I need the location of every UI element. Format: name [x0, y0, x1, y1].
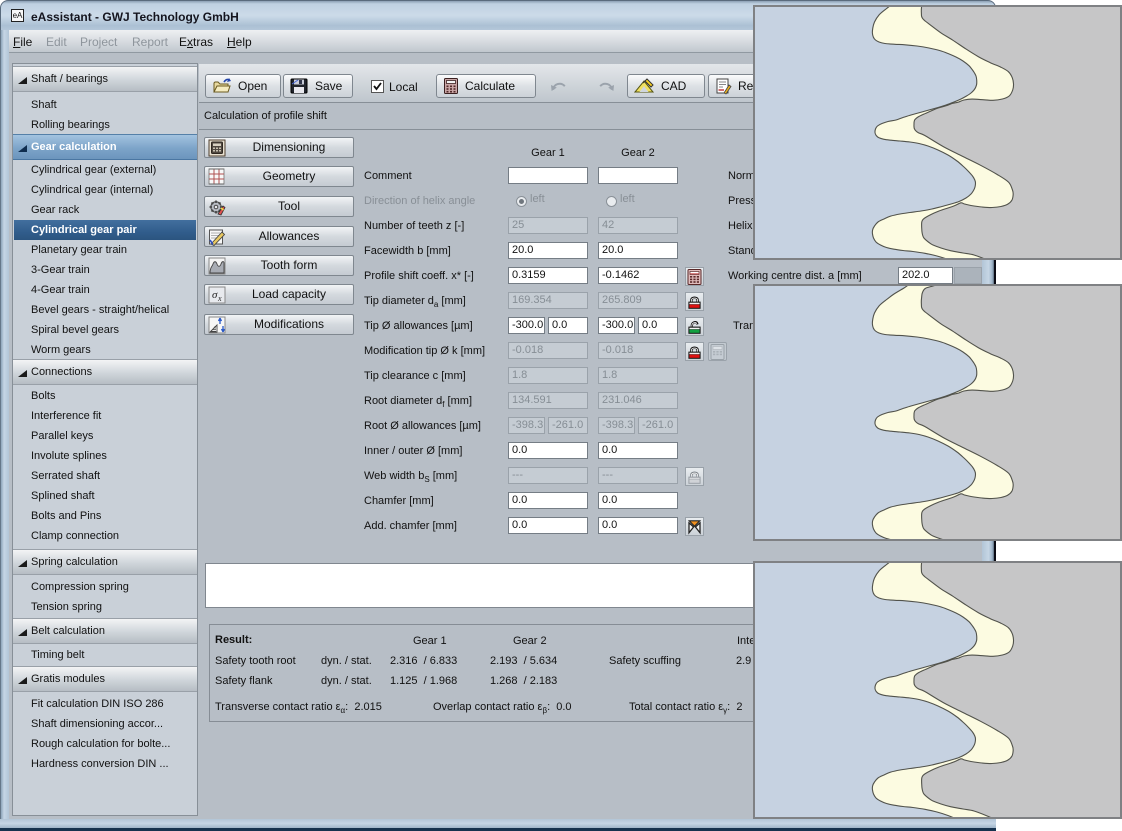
svg-text:x: x	[217, 294, 222, 303]
